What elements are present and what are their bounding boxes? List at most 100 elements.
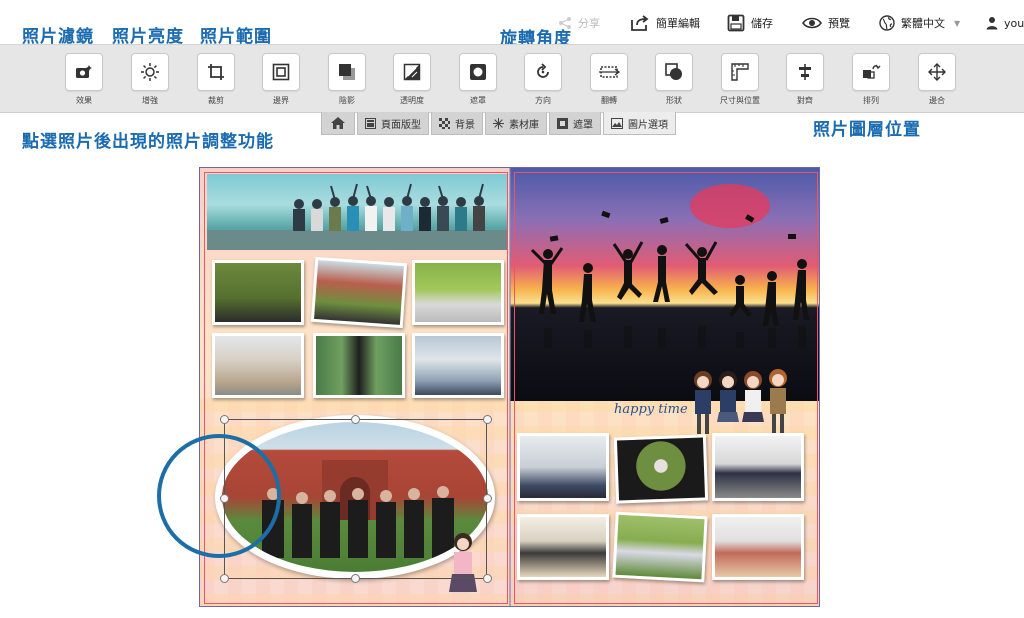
mask-tab-icon: [557, 117, 568, 129]
quick-edit-label: 簡單編輯: [656, 17, 700, 30]
photo-classroom-image: [520, 517, 606, 577]
tool-align-label: 對齊: [797, 96, 813, 105]
resize-handle-bottom-left[interactable]: [220, 574, 229, 583]
tool-arrange-label: 排列: [863, 96, 879, 105]
opacity-icon: [403, 63, 421, 81]
tool-shape-label: 形狀: [666, 96, 682, 105]
move-icon: [928, 63, 946, 81]
photo-graduate-portrait[interactable]: [313, 333, 405, 398]
tab-image-options[interactable]: 圖片選項: [603, 112, 676, 135]
photo-group-backs-image: [520, 436, 606, 498]
photo-toolbar: 效果 增強 裁剪 邊界 陰影 透明度 遮罩 方向 翻轉 形狀 尺寸與位置 對齊 …: [0, 44, 1024, 113]
photo-walking[interactable]: [412, 260, 504, 325]
language-selector[interactable]: 繁體中文 ▼: [879, 12, 960, 34]
tool-arrange[interactable]: 排列: [846, 53, 896, 106]
group-silhouette-image: [207, 183, 508, 250]
photo-library[interactable]: [712, 514, 804, 580]
save-icon: [727, 14, 745, 32]
photo-cosplay[interactable]: [212, 260, 304, 325]
photo-campus-group[interactable]: [310, 256, 408, 329]
language-label: 繁體中文: [901, 17, 945, 30]
tool-flip[interactable]: 翻轉: [584, 53, 634, 106]
tool-size-position-label: 尺寸與位置: [720, 96, 760, 105]
tab-page-layout[interactable]: 頁面版型: [357, 112, 429, 135]
tool-opacity[interactable]: 透明度: [387, 53, 437, 106]
save-button[interactable]: 儲存: [727, 12, 773, 34]
editor-tabs: 頁面版型 背景 素材庫 遮罩 圖片選項: [321, 112, 678, 135]
user-menu[interactable]: you: [986, 12, 1024, 34]
tab-background-label: 背景: [455, 119, 475, 131]
shadow-icon: [339, 64, 355, 80]
mask-icon: [470, 64, 486, 80]
tool-direction-label: 方向: [535, 96, 551, 105]
tool-shadow[interactable]: 陰影: [322, 53, 372, 106]
resize-handle-top-right[interactable]: [483, 415, 492, 424]
eye-icon: [802, 17, 822, 29]
shape-icon: [665, 63, 682, 80]
tab-home[interactable]: [321, 112, 355, 135]
arrange-icon: [863, 64, 881, 79]
camera-effect-icon: [76, 65, 92, 78]
annotation-adjust: 點選照片後出現的照片調整功能: [22, 132, 274, 152]
photo-group-backs[interactable]: [517, 433, 609, 501]
tool-mask-label: 遮罩: [470, 96, 486, 105]
tool-move[interactable]: 邊合: [912, 53, 962, 106]
resize-handle-bottom-right[interactable]: [483, 574, 492, 583]
brightness-icon: [141, 63, 159, 81]
photo-lawn-group[interactable]: [612, 511, 708, 583]
anime-students-sticker[interactable]: [688, 366, 798, 436]
tab-library[interactable]: 素材庫: [485, 112, 547, 135]
photo-diplomas[interactable]: [613, 434, 709, 504]
tool-border-label: 邊界: [273, 96, 289, 105]
photo-lying-group[interactable]: [412, 333, 504, 398]
align-icon: [799, 64, 811, 80]
home-icon: [331, 117, 345, 129]
tool-align[interactable]: 對齊: [780, 53, 830, 106]
layout-icon: [365, 117, 376, 129]
preview-button[interactable]: 預覽: [802, 12, 850, 34]
tool-shape[interactable]: 形狀: [649, 53, 699, 106]
tool-mask[interactable]: 遮罩: [453, 53, 503, 106]
rotate-icon: [537, 63, 549, 78]
flip-icon: [599, 66, 620, 78]
tool-enhance[interactable]: 增強: [125, 53, 175, 106]
resize-handle-top-left[interactable]: [220, 415, 229, 424]
tab-mask[interactable]: 遮罩: [549, 112, 601, 135]
tool-move-label: 邊合: [929, 96, 945, 105]
photo-classroom[interactable]: [517, 514, 609, 580]
photo-lying-wall-image: [715, 436, 801, 498]
resize-handle-right[interactable]: [483, 494, 492, 503]
tool-border[interactable]: 邊界: [256, 53, 306, 106]
preview-label: 預覽: [828, 17, 850, 30]
right-page[interactable]: happy time: [510, 168, 819, 606]
tool-effect[interactable]: 效果: [59, 53, 109, 106]
user-label: you: [1004, 16, 1024, 30]
book-spine: [509, 168, 511, 606]
user-icon: [986, 17, 998, 30]
photo-campus-group-image: [314, 260, 404, 325]
tab-library-label: 素材庫: [509, 119, 539, 131]
banner-photo[interactable]: [207, 174, 508, 250]
border-icon: [272, 63, 290, 81]
photo-graduate-portrait-image: [316, 336, 402, 395]
photo-walking-image: [415, 263, 501, 322]
tool-size-position[interactable]: 尺寸與位置: [715, 53, 765, 106]
tool-crop[interactable]: 裁剪: [191, 53, 241, 106]
photo-lying-wall[interactable]: [712, 433, 804, 501]
tab-background[interactable]: 背景: [431, 112, 483, 135]
resize-handle-top[interactable]: [351, 415, 360, 424]
tab-mask-label: 遮罩: [573, 119, 593, 131]
resize-handle-bottom[interactable]: [351, 574, 360, 583]
tool-enhance-label: 增強: [142, 96, 158, 105]
ruler-icon: [731, 63, 749, 81]
tab-page-layout-label: 頁面版型: [381, 119, 421, 131]
quick-edit-button[interactable]: 簡單編輯: [630, 12, 700, 34]
photo-cosplay-image: [215, 263, 301, 322]
photo-building[interactable]: [212, 333, 304, 398]
tool-direction[interactable]: 方向: [518, 53, 568, 106]
crop-icon: [208, 64, 224, 80]
image-icon: [611, 117, 623, 129]
happy-time-text[interactable]: happy time: [614, 402, 688, 417]
highlight-circle-annotation: [157, 434, 281, 558]
photo-building-image: [215, 336, 301, 395]
